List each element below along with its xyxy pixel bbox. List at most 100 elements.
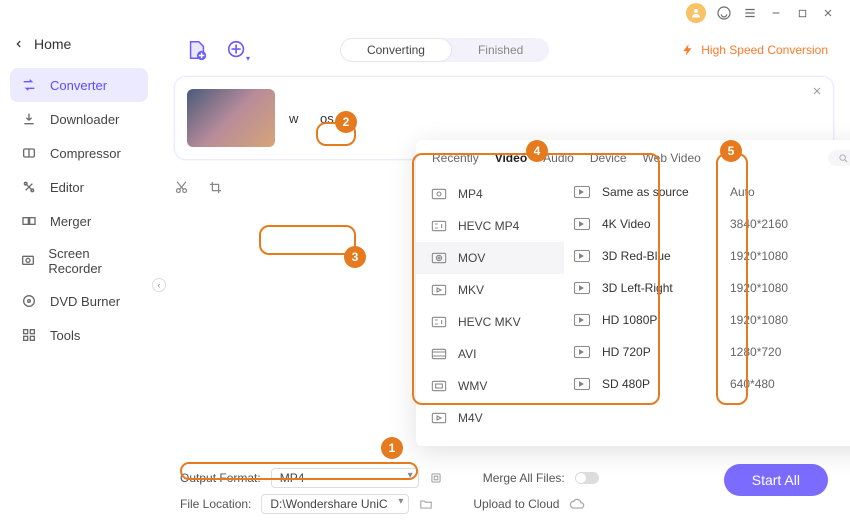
high-speed-badge[interactable]: High Speed Conversion: [681, 43, 828, 57]
format-mkv[interactable]: MKV: [416, 274, 564, 306]
back-label: Home: [34, 36, 71, 52]
back-home[interactable]: Home: [10, 30, 148, 58]
file-location-select[interactable]: D:\Wondershare UniConverter 1: [261, 494, 409, 514]
annotation-3: 3: [344, 246, 366, 268]
tab-web-video[interactable]: Web Video: [643, 151, 701, 165]
merge-toggle[interactable]: [575, 472, 599, 484]
sidebar-item-compressor[interactable]: Compressor: [10, 136, 148, 170]
format-hevc-mp4[interactable]: HEVC MP4: [416, 210, 564, 242]
sidebar-item-label: DVD Burner: [50, 294, 120, 309]
preset-row[interactable]: HD 1080P1920*1080: [564, 304, 850, 336]
format-hevc-mkv[interactable]: HEVC MKV: [416, 306, 564, 338]
hevc-icon: [430, 219, 448, 233]
sidebar-item-label: Merger: [50, 214, 91, 229]
open-folder-icon[interactable]: [419, 497, 433, 511]
format-avi[interactable]: AVI: [416, 338, 564, 370]
minimize-icon[interactable]: [768, 5, 784, 21]
tab-finished[interactable]: Finished: [452, 38, 549, 62]
format-list: MP4 HEVC MP4 MOV MKV HEVC MKV AVI WMV M4…: [416, 172, 564, 440]
sidebar-item-merger[interactable]: Merger: [10, 204, 148, 238]
tools-icon: [20, 326, 38, 344]
mov-icon: [430, 251, 448, 265]
preset-icon: [574, 282, 590, 294]
preset-row[interactable]: Same as sourceAuto: [564, 176, 850, 208]
top-bar: ▾ Converting Finished High Speed Convers…: [186, 38, 828, 62]
support-icon[interactable]: [716, 5, 732, 21]
preset-row[interactable]: 4K Video3840*2160: [564, 208, 850, 240]
preset-row[interactable]: 3D Red-Blue1920*1080: [564, 240, 850, 272]
sidebar-item-label: Downloader: [50, 112, 119, 127]
merge-label: Merge All Files:: [483, 471, 565, 485]
edit-toolstrip: [174, 180, 224, 196]
mkv-icon: [430, 283, 448, 297]
sidebar-item-tools[interactable]: Tools: [10, 318, 148, 352]
download-icon: [20, 110, 38, 128]
sidebar-item-label: Screen Recorder: [48, 246, 138, 276]
status-tabs: Converting Finished: [340, 38, 549, 62]
dropdown-tabs: Recently Video Audio Device Web Video Se…: [416, 140, 850, 172]
tab-converting[interactable]: Converting: [340, 38, 452, 62]
crop-icon[interactable]: [208, 180, 224, 196]
compressor-icon: [20, 144, 38, 162]
trim-icon[interactable]: [174, 180, 190, 196]
format-m4v[interactable]: M4V: [416, 402, 564, 434]
preset-list: Same as sourceAuto 4K Video3840*2160 3D …: [564, 172, 850, 440]
sidebar-item-screen-recorder[interactable]: Screen Recorder: [10, 238, 148, 284]
file-name: w os: [289, 111, 334, 126]
sidebar-item-label: Tools: [50, 328, 80, 343]
footer: Output Format: MP4 Merge All Files: File…: [180, 468, 832, 520]
sidebar-item-label: Converter: [50, 78, 107, 93]
dvd-icon: [20, 292, 38, 310]
sidebar-item-label: Compressor: [50, 146, 121, 161]
preset-row[interactable]: 3D Left-Right1920*1080: [564, 272, 850, 304]
preset-icon: [574, 250, 590, 262]
file-location-label: File Location:: [180, 497, 251, 511]
avi-icon: [430, 347, 448, 361]
sidebar-item-editor[interactable]: Editor: [10, 170, 148, 204]
output-format-select[interactable]: MP4: [271, 468, 419, 488]
file-title-row: w os: [289, 111, 821, 126]
preset-row[interactable]: SD 480P640*480: [564, 368, 850, 400]
format-wmv[interactable]: WMV: [416, 370, 564, 402]
format-mp4[interactable]: MP4: [416, 178, 564, 210]
sidebar-item-converter[interactable]: Converter: [10, 68, 148, 102]
cloud-icon[interactable]: [569, 497, 585, 511]
preset-icon: [574, 314, 590, 326]
upload-label: Upload to Cloud: [473, 497, 559, 511]
m4v-icon: [430, 411, 448, 425]
preset-row[interactable]: HD 720P1280*720: [564, 336, 850, 368]
menu-icon[interactable]: [742, 5, 758, 21]
tab-recently[interactable]: Recently: [432, 151, 479, 165]
format-dropdown: Recently Video Audio Device Web Video Se…: [416, 140, 850, 446]
preset-icon: [574, 186, 590, 198]
format-mov[interactable]: MOV: [416, 242, 564, 274]
main-area: ▾ Converting Finished High Speed Convers…: [158, 22, 850, 526]
sidebar-item-downloader[interactable]: Downloader: [10, 102, 148, 136]
annotation-4: 4: [526, 140, 548, 162]
gpu-icon[interactable]: [429, 471, 443, 485]
add-file-button[interactable]: [186, 39, 208, 61]
maximize-icon[interactable]: [794, 5, 810, 21]
sidebar: Home Converter Downloader Compressor Edi…: [0, 22, 158, 526]
avatar[interactable]: [686, 3, 706, 23]
tab-video[interactable]: Video: [495, 151, 527, 165]
preset-icon: [574, 218, 590, 230]
hevc-mkv-icon: [430, 315, 448, 329]
start-all-button[interactable]: Start All: [724, 464, 828, 496]
annotation-5: 5: [720, 140, 742, 162]
mp4-icon: [430, 187, 448, 201]
editor-icon: [20, 178, 38, 196]
preset-icon: [574, 378, 590, 390]
sidebar-item-dvd-burner[interactable]: DVD Burner: [10, 284, 148, 318]
video-thumbnail[interactable]: [187, 89, 275, 147]
recorder-icon: [20, 252, 36, 270]
tab-device[interactable]: Device: [590, 151, 627, 165]
preset-icon: [574, 346, 590, 358]
remove-file-button[interactable]: [811, 85, 823, 97]
output-format-label: Output Format:: [180, 471, 261, 485]
search-input[interactable]: Search: [828, 150, 850, 166]
add-folder-button[interactable]: ▾: [226, 39, 248, 61]
close-icon[interactable]: [820, 5, 836, 21]
wmv-icon: [430, 379, 448, 393]
converter-icon: [20, 76, 38, 94]
